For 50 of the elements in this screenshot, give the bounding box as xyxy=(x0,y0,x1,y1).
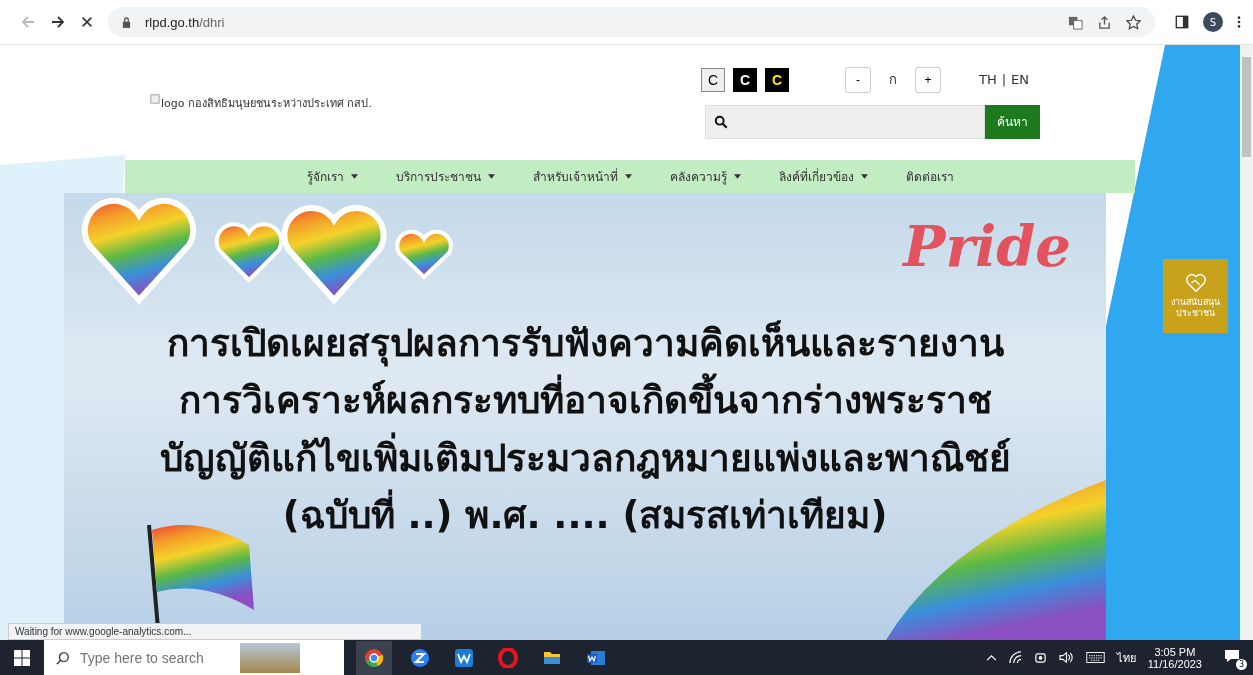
taskbar-search-bar[interactable]: Type here to search xyxy=(44,640,344,675)
contrast-button[interactable]: C xyxy=(733,67,757,92)
search-button[interactable]: ค้นหา xyxy=(985,104,1040,139)
contrast-button[interactable]: C xyxy=(765,67,789,92)
lock-icon xyxy=(122,16,131,28)
keyboard-icon[interactable] xyxy=(1085,652,1105,663)
search-icon xyxy=(56,650,70,665)
caret-icon xyxy=(860,174,868,179)
nav-menu-item[interactable]: ติดต่อเรา xyxy=(905,167,954,186)
broken-image-icon xyxy=(150,93,160,104)
profile-avatar[interactable]: S xyxy=(1203,12,1223,32)
forward-icon[interactable] xyxy=(50,14,66,30)
menu-icon[interactable] xyxy=(1237,15,1241,29)
banner-title: การเปิดเผยสรุปผลการรับฟังความคิดเห็นและรายงาน การวิเคราะห์ผลกระทบที่อาจเกิดขึ้นจากร่างพระราช บัญญัติแก้ไขเพิ่มเติมประมวลกฎหมายแพ่งและพาณิชย์ (ฉบับที่ ..) พ.ศ. .... (สมรสเท่าเทียม) xyxy=(159,319,1011,540)
share-icon[interactable] xyxy=(1097,14,1112,30)
url-text: rlpd.go.th/dhri xyxy=(145,14,225,30)
nav-menu-item[interactable]: สำหรับเจ้าหน้าที่ xyxy=(532,167,632,186)
address-bar[interactable]: rlpd.go.th/dhri xyxy=(108,7,1155,37)
translate-icon[interactable] xyxy=(1068,14,1083,30)
font-size-button[interactable]: + xyxy=(915,66,941,93)
chevron-up-icon[interactable] xyxy=(985,654,997,661)
nav-menu-item[interactable]: คลังความรู้ xyxy=(669,167,741,186)
clock[interactable]: 3:05 PM 11/16/2023 xyxy=(1147,645,1202,670)
font-size-label: ก xyxy=(889,71,897,89)
font-size-button[interactable]: - xyxy=(845,66,871,93)
speaker-icon[interactable] xyxy=(1058,651,1074,664)
star-icon[interactable] xyxy=(1126,14,1141,30)
logo-alt-text: logo กองสิทธิมนุษยชนระหว่างประเทศ กสป. xyxy=(150,93,372,112)
search-field[interactable] xyxy=(705,104,985,139)
pride-lettering: Pride xyxy=(903,213,1071,279)
windows-start-icon[interactable] xyxy=(14,649,30,666)
status-text: Waiting for www.google-analytics.com... xyxy=(8,623,422,640)
close-icon[interactable] xyxy=(80,15,94,29)
nav-menu-item[interactable]: รู้จักเรา xyxy=(306,167,358,186)
nav-menu-item[interactable]: บริการประชาชน xyxy=(395,167,495,186)
search-icon xyxy=(714,114,728,129)
caret-icon xyxy=(350,174,358,179)
scrollbar[interactable] xyxy=(1240,45,1253,640)
caret-icon xyxy=(733,174,741,179)
caret-icon xyxy=(487,174,495,179)
language-link[interactable]: TH xyxy=(979,72,997,87)
side-panel-icon[interactable] xyxy=(1175,15,1189,29)
network-icon[interactable] xyxy=(1008,651,1022,664)
contrast-button[interactable]: C xyxy=(701,67,725,92)
input-language-text[interactable]: ไทย xyxy=(1116,648,1136,667)
language-link[interactable]: EN xyxy=(1011,72,1030,87)
notification-button[interactable]: 3 xyxy=(1222,645,1247,670)
nav-menu-item[interactable]: ลิงค์ที่เกี่ยวข้อง xyxy=(778,167,868,186)
language-separator: | xyxy=(1001,72,1007,87)
caret-icon xyxy=(624,174,632,179)
